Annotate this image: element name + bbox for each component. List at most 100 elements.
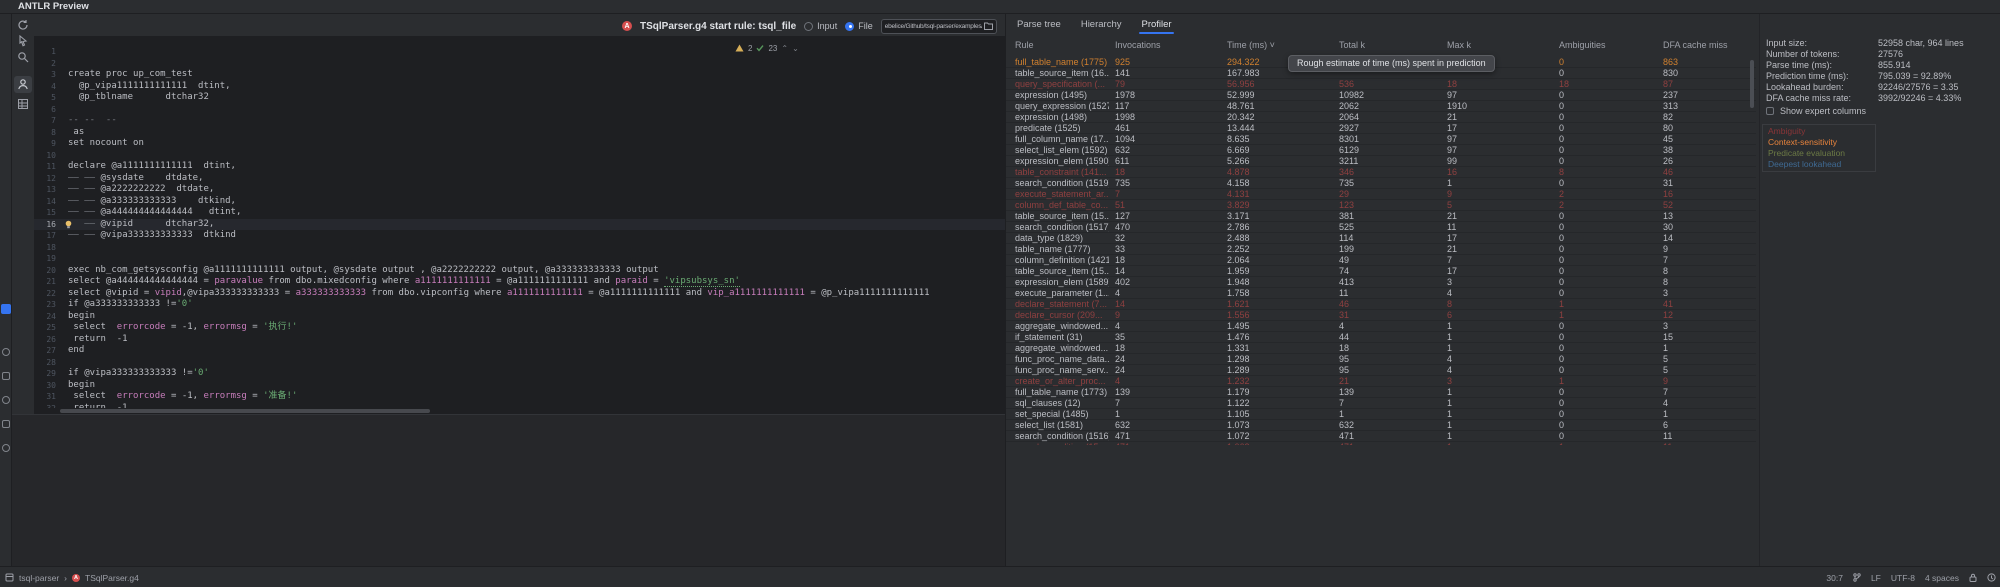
refresh-icon[interactable]	[17, 19, 29, 31]
editor-line[interactable]: 2	[34, 58, 1005, 70]
code-editor[interactable]: 123create proc up_com_test4 @p_vipa11111…	[34, 37, 1005, 408]
table-row[interactable]: expression_elem (1590)6115.266321199026	[1006, 156, 1756, 167]
grid-icon[interactable]	[17, 98, 29, 110]
table-row[interactable]: search_condition (15...4711.0634711111	[1006, 442, 1756, 445]
table-row[interactable]: full_table_name (1773)1391.179139107	[1006, 387, 1756, 398]
column-header[interactable]: Time (ms) ˅	[1227, 40, 1275, 50]
editor-line[interactable]: 7-- -- --	[34, 115, 1005, 127]
editor-line[interactable]: 21select @a444444444444444 = paravalue f…	[34, 276, 1005, 288]
table-vertical-scrollbar[interactable]	[1750, 52, 1754, 452]
table-row[interactable]: func_proc_name_data...241.29895405	[1006, 354, 1756, 365]
table-row[interactable]: search_condition (1517)4702.78652511030	[1006, 222, 1756, 233]
editor-line[interactable]: 6	[34, 104, 1005, 116]
editor-line[interactable]: 5 @p_tblname dtchar32	[34, 92, 1005, 104]
indent-setting[interactable]: 4 spaces	[1925, 573, 1959, 583]
table-row[interactable]: select_list (1581)6321.073632106	[1006, 420, 1756, 431]
editor-line[interactable]: 18	[34, 242, 1005, 254]
table-row[interactable]: data_type (1829)322.48811417014	[1006, 233, 1756, 244]
breadcrumb-file[interactable]: TSqlParser.g4	[85, 573, 139, 583]
lock-icon[interactable]	[1969, 573, 1977, 582]
table-row[interactable]: predicate (1525)46113.444292717080	[1006, 123, 1756, 134]
editor-line[interactable]: 22select @vipid = vipid,@vipa33333333333…	[34, 288, 1005, 300]
input-radio-label[interactable]: Input	[817, 21, 837, 31]
table-row[interactable]: select_list_elem (1592)6326.669612997038	[1006, 145, 1756, 156]
table-row[interactable]: expression_elem (1589)4021.948413308	[1006, 277, 1756, 288]
encoding[interactable]: UTF-8	[1891, 573, 1915, 583]
editor-line[interactable]: 25 select errorcode = -1, errormsg = '执行…	[34, 322, 1005, 334]
editor-line[interactable]: 26 return -1	[34, 334, 1005, 346]
table-row[interactable]: execute_parameter (1...41.75811403	[1006, 288, 1756, 299]
table-row[interactable]: column_definition (1421)182.06449707	[1006, 255, 1756, 266]
editor-line[interactable]: 10	[34, 150, 1005, 162]
prev-chevron-icon[interactable]: ⌃	[781, 44, 788, 53]
column-header[interactable]: Invocations	[1115, 40, 1161, 50]
table-row[interactable]: full_column_name (17...10948.63583019704…	[1006, 134, 1756, 145]
table-row[interactable]: table_name (1777)332.2521992109	[1006, 244, 1756, 255]
editor-line[interactable]: 23if @a333333333333 !='0'	[34, 299, 1005, 311]
file-radio-label[interactable]: File	[858, 21, 873, 31]
editor-line[interactable]: 17—— —— @vipa333333333333 dtkind	[34, 230, 1005, 242]
editor-line[interactable]: 1	[34, 46, 1005, 58]
editor-line[interactable]: 9set nocount on	[34, 138, 1005, 150]
editor-line[interactable]: 4 @p_vipa1111111111111 dtint,	[34, 81, 1005, 93]
editor-line[interactable]: 20exec nb_com_getsysconfig @a11111111111…	[34, 265, 1005, 277]
pointer-icon[interactable]	[17, 35, 29, 47]
table-row[interactable]: table_source_item (15...141.959741708	[1006, 266, 1756, 277]
table-row[interactable]: column_def_table_co...513.8291235252	[1006, 200, 1756, 211]
table-row[interactable]: query_expression (1527)11748.76120621910…	[1006, 101, 1756, 112]
tab-profiler[interactable]: Profiler	[1139, 17, 1173, 34]
scrollbar-thumb[interactable]	[1750, 60, 1754, 108]
branch-icon[interactable]	[1853, 573, 1861, 582]
editor-line[interactable]: 29if @vipa333333333333 !='0'	[34, 368, 1005, 380]
editor-line[interactable]: 27end	[34, 345, 1005, 357]
column-header[interactable]: Rule	[1015, 40, 1034, 50]
table-row[interactable]: aggregate_windowed...181.33118101	[1006, 343, 1756, 354]
tab-parse-tree[interactable]: Parse tree	[1015, 17, 1063, 34]
file-radio[interactable]	[845, 22, 854, 31]
editor-line[interactable]: 11declare @a1111111111111 dtint,	[34, 161, 1005, 173]
caret-position[interactable]: 30:7	[1826, 573, 1843, 583]
inspections-widget[interactable]: 2 23 ⌃ ⌄	[735, 42, 799, 54]
table-row[interactable]: create_or_alter_proc...41.23221319	[1006, 376, 1756, 387]
stripe-icon-3[interactable]	[2, 396, 10, 404]
table-row[interactable]: func_proc_name_serv...241.28995405	[1006, 365, 1756, 376]
table-row[interactable]: search_condition (1519)7354.1587351031	[1006, 178, 1756, 189]
editor-line[interactable]: 8 as	[34, 127, 1005, 139]
editor-line[interactable]: 31 select errorcode = -1, errormsg = '准备…	[34, 391, 1005, 403]
stripe-icon-2[interactable]	[2, 372, 10, 380]
stripe-icon-1[interactable]	[2, 348, 10, 356]
antlr-preview-stripe-icon[interactable]	[1, 304, 11, 314]
editor-line[interactable]: 12—— —— @sysdate dtdate,	[34, 173, 1005, 185]
breadcrumb-project[interactable]: tsql-parser	[19, 573, 59, 583]
table-row[interactable]: aggregate_windowed...41.4954103	[1006, 321, 1756, 332]
table-row[interactable]: query_specification (...7956.95653618188…	[1006, 79, 1756, 90]
search-icon[interactable]	[17, 51, 29, 63]
table-row[interactable]: expression (1495)197852.99910982970237	[1006, 90, 1756, 101]
show-expert-columns-checkbox[interactable]	[1766, 107, 1774, 115]
table-row[interactable]: expression (1498)199820.342206421082	[1006, 112, 1756, 123]
column-header[interactable]: DFA cache miss	[1663, 40, 1728, 50]
editor-line[interactable]: 30begin	[34, 380, 1005, 392]
table-row[interactable]: if_statement (31)351.476441015	[1006, 332, 1756, 343]
file-path-value[interactable]: ebelice/Github/tsql-parser/examples/big.…	[885, 23, 982, 30]
scrollbar-thumb[interactable]	[60, 409, 430, 413]
editor-line[interactable]: 14—— —— @a333333333333 dtkind,	[34, 196, 1005, 208]
column-header[interactable]: Max k	[1447, 40, 1471, 50]
window-icon[interactable]	[5, 573, 14, 582]
column-header[interactable]: Total k	[1339, 40, 1365, 50]
notifications-icon[interactable]	[1987, 573, 1996, 582]
next-chevron-icon[interactable]: ⌄	[792, 44, 799, 53]
editor-line[interactable]: 24begin	[34, 311, 1005, 323]
tab-hierarchy[interactable]: Hierarchy	[1079, 17, 1124, 34]
table-row[interactable]: table_source_item (15...1273.17138121013	[1006, 211, 1756, 222]
editor-line[interactable]: 3create proc up_com_test	[34, 69, 1005, 81]
editor-line[interactable]: 15—— —— @a444444444444444 dtint,	[34, 207, 1005, 219]
stripe-icon-4[interactable]	[2, 420, 10, 428]
line-ending[interactable]: LF	[1871, 573, 1881, 583]
folder-icon[interactable]	[984, 22, 993, 30]
editor-line[interactable]: 16 —— @vipid dtchar32,	[34, 219, 1005, 231]
stripe-icon-5[interactable]	[2, 444, 10, 452]
table-row[interactable]: search_condition (1516)4711.0724711011	[1006, 431, 1756, 442]
editor-line[interactable]: 13—— —— @a2222222222 dtdate,	[34, 184, 1005, 196]
table-row[interactable]: declare_statement (7...141.621468141	[1006, 299, 1756, 310]
